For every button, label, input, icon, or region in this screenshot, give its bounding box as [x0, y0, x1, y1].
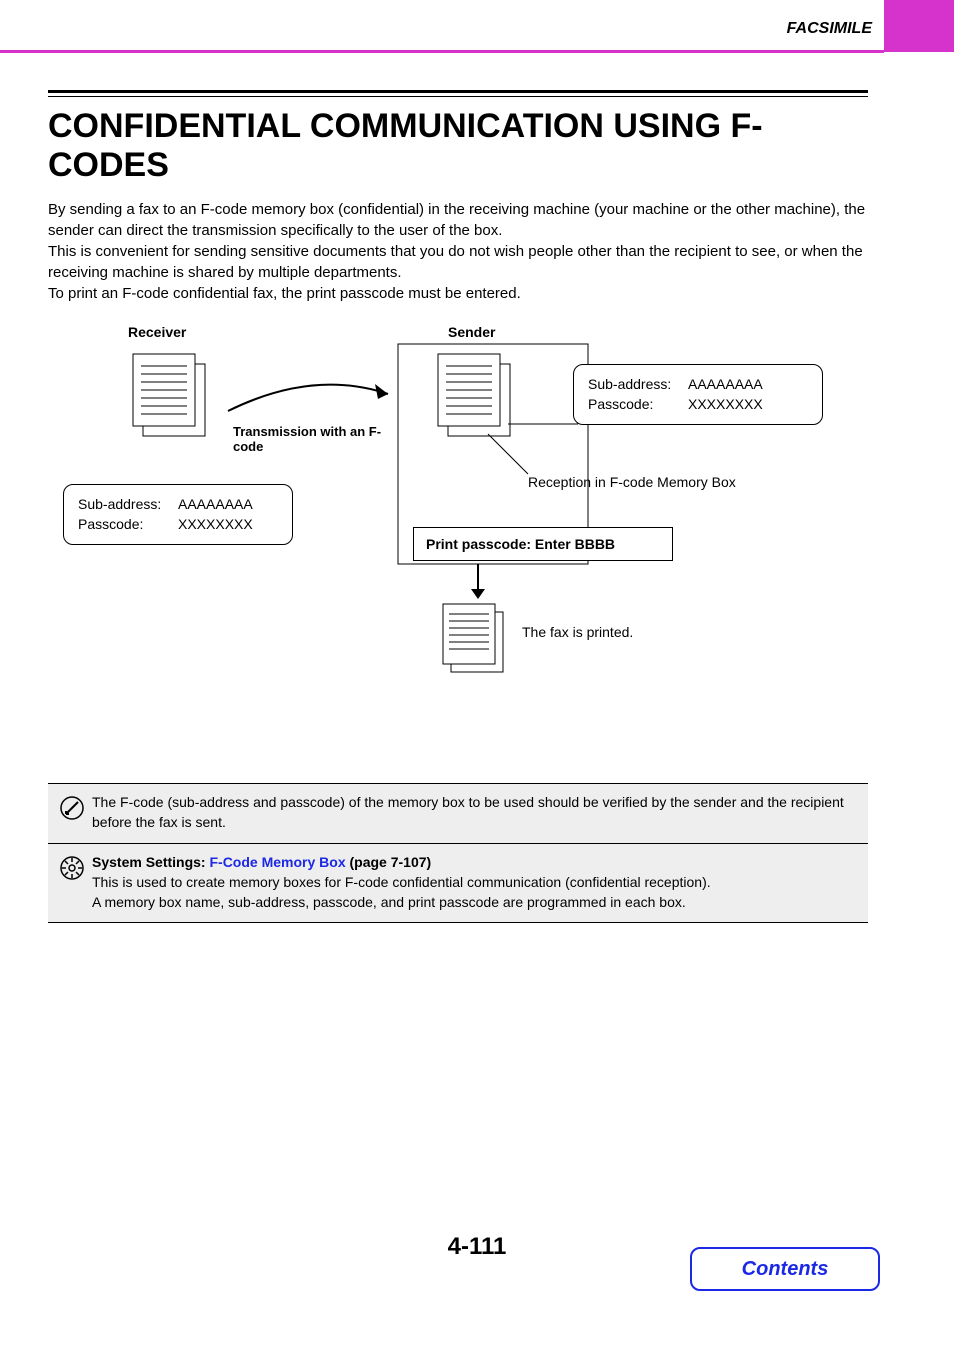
- note-1-text: The F-code (sub-address and passcode) of…: [92, 792, 864, 833]
- note-row-info: The F-code (sub-address and passcode) of…: [48, 783, 868, 843]
- intro-paragraph-2: This is convenient for sending sensitive…: [48, 241, 868, 283]
- passcode-key-sender: Passcode:: [588, 395, 688, 415]
- page-title: CONFIDENTIAL COMMUNICATION USING F-CODES: [48, 107, 868, 185]
- sender-label: Sender: [448, 324, 495, 340]
- pencil-note-icon: [52, 792, 92, 795]
- subaddress-value-sender: AAAAAAAA: [688, 375, 763, 395]
- section-color-tab: [884, 0, 954, 52]
- section-header: FACSIMILE: [787, 20, 872, 37]
- printed-document-icon: [443, 604, 518, 679]
- note-2-line2: This is used to create memory boxes for …: [92, 872, 864, 892]
- intro-paragraph-1: By sending a fax to an F-code memory box…: [48, 199, 868, 241]
- subaddress-key: Sub-address:: [78, 495, 178, 515]
- gear-note-icon: [52, 852, 92, 855]
- note-2-prefix: System Settings:: [92, 854, 209, 870]
- note-2-suffix: (page 7-107): [346, 854, 432, 870]
- subaddress-key-sender: Sub-address:: [588, 375, 688, 395]
- passcode-key: Passcode:: [78, 515, 178, 535]
- title-rule: [48, 90, 868, 97]
- reception-label: Reception in F-code Memory Box: [528, 474, 736, 490]
- note-2-line1: System Settings: F-Code Memory Box (page…: [92, 852, 864, 872]
- contents-button-label: Contents: [742, 1258, 829, 1281]
- note-2-line3: A memory box name, sub-address, passcode…: [92, 892, 864, 912]
- header-rule: [0, 50, 884, 53]
- flow-diagram: Receiver Sender: [48, 324, 868, 724]
- fcode-memory-box-link[interactable]: F-Code Memory Box: [209, 854, 345, 870]
- sender-credentials-box: Sub-address:AAAAAAAA Passcode:XXXXXXXX: [573, 364, 823, 425]
- intro-paragraph-3: To print an F-code confidential fax, the…: [48, 283, 868, 304]
- note-row-settings: System Settings: F-Code Memory Box (page…: [48, 843, 868, 924]
- transmission-label: Transmission with an F-code: [233, 424, 393, 454]
- transmission-arrow-icon: [223, 379, 403, 419]
- contents-button[interactable]: Contents: [690, 1247, 880, 1291]
- passcode-value-sender: XXXXXXXX: [688, 395, 763, 415]
- receiver-document-icon: [133, 354, 223, 444]
- receiver-credentials-box: Sub-address:AAAAAAAA Passcode:XXXXXXXX: [63, 484, 293, 545]
- printed-label: The fax is printed.: [522, 624, 633, 640]
- subaddress-value: AAAAAAAA: [178, 495, 253, 515]
- passcode-value: XXXXXXXX: [178, 515, 253, 535]
- receiver-label: Receiver: [128, 324, 186, 340]
- arrow-down-icon: [468, 564, 488, 604]
- print-passcode-box: Print passcode: Enter BBBB: [413, 527, 673, 561]
